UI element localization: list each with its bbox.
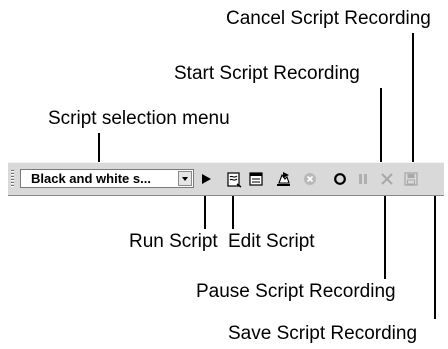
stop-icon bbox=[304, 173, 316, 185]
chevron-down-icon[interactable] bbox=[178, 171, 192, 186]
callout-save-script-recording: Save Script Recording bbox=[228, 323, 418, 344]
pause-icon bbox=[359, 174, 367, 184]
callout-edit-script: Edit Script bbox=[228, 231, 315, 252]
run-script-icon bbox=[202, 174, 211, 184]
edit-script-icon bbox=[227, 172, 242, 188]
script-selection-value: Black and white s... bbox=[31, 171, 151, 186]
script-action-button[interactable] bbox=[274, 169, 294, 189]
run-script-button[interactable] bbox=[196, 169, 216, 189]
cancel-icon bbox=[381, 173, 393, 185]
leader-line-start bbox=[380, 88, 382, 169]
leader-line-save bbox=[434, 187, 436, 319]
callout-script-selection-menu: Script selection menu bbox=[48, 108, 230, 129]
callout-run-script: Run Script bbox=[129, 231, 218, 252]
cancel-script-recording-button[interactable] bbox=[377, 169, 397, 189]
script-selection-menu[interactable]: Black and white s... bbox=[20, 169, 194, 188]
callout-pause-script-recording: Pause Script Recording bbox=[196, 281, 396, 302]
leader-line-pause bbox=[384, 187, 386, 279]
record-icon bbox=[334, 173, 346, 185]
save-script-recording-button[interactable] bbox=[401, 169, 421, 189]
script-action-icon bbox=[277, 172, 290, 186]
script-list-icon bbox=[249, 172, 263, 186]
start-script-recording-button[interactable] bbox=[330, 169, 350, 189]
toolbar-grip[interactable] bbox=[11, 170, 14, 188]
stop-button[interactable] bbox=[300, 169, 320, 189]
pause-script-recording-button[interactable] bbox=[353, 169, 373, 189]
edit-script-button[interactable] bbox=[224, 169, 244, 189]
leader-line-cancel bbox=[412, 33, 414, 167]
callout-cancel-script-recording: Cancel Script Recording bbox=[226, 8, 431, 29]
save-icon bbox=[404, 172, 418, 186]
script-list-button[interactable] bbox=[246, 169, 266, 189]
callout-start-script-recording: Start Script Recording bbox=[174, 63, 360, 84]
script-toolbar: Black and white s... bbox=[8, 162, 444, 196]
